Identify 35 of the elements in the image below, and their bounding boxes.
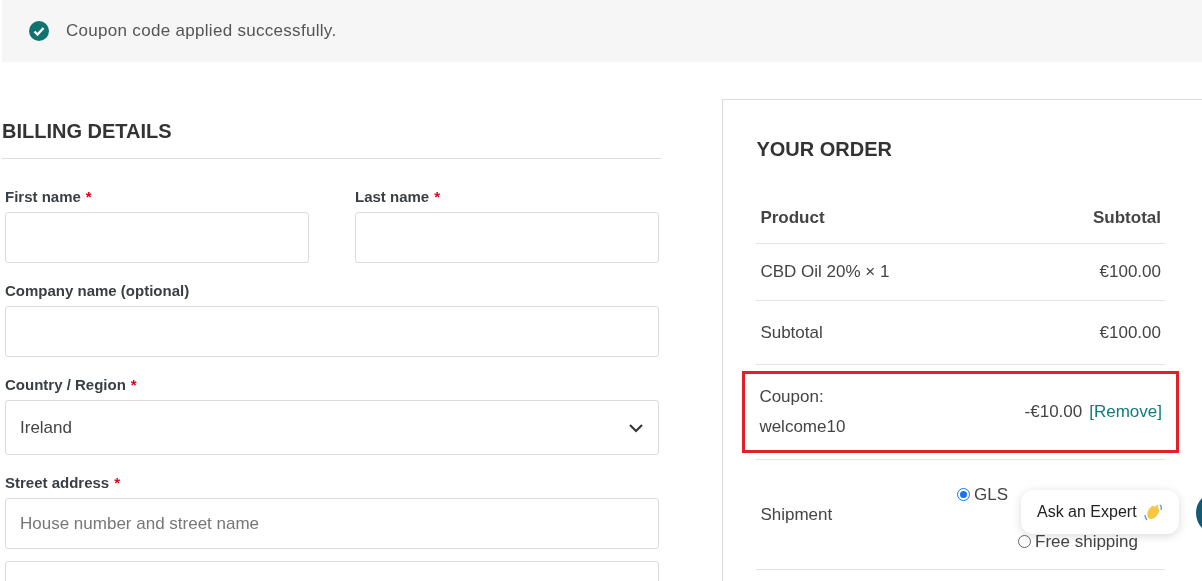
required-marker: * xyxy=(114,472,121,493)
remove-link[interactable]: [Remove] xyxy=(1089,399,1162,425)
notice-message: Coupon code applied successfully. xyxy=(66,20,337,43)
field-label: Country / Region xyxy=(5,374,126,395)
text-field[interactable] xyxy=(5,212,309,263)
ask-expert-tooltip[interactable]: Ask an Expert xyxy=(1021,490,1179,534)
required-marker: * xyxy=(130,374,137,395)
field-label: Street address xyxy=(5,472,110,493)
waving-hand-icon xyxy=(1142,502,1163,522)
column-header: Product xyxy=(760,206,825,229)
country-select[interactable]: Ireland xyxy=(5,400,659,455)
row-label: CBD Oil 20% × 1 xyxy=(760,261,890,284)
row-label: Subtotal xyxy=(760,321,823,344)
section-heading: YOUR ORDER xyxy=(756,137,893,162)
text-field[interactable] xyxy=(355,212,659,263)
field-label: Last name xyxy=(355,186,430,207)
required-marker: * xyxy=(434,186,441,207)
coupon-label: Coupon: xyxy=(759,386,825,407)
text-field[interactable]: House number and street name xyxy=(5,498,659,549)
section-heading: BILLING DETAILS xyxy=(2,118,172,144)
discount-amount: -€10.00 xyxy=(1024,401,1083,424)
column-header: Subtotal xyxy=(1093,206,1161,229)
coupon-code: welcome10 xyxy=(759,417,846,438)
chevron-down-icon xyxy=(628,422,644,433)
required-marker: * xyxy=(85,186,92,207)
row-value: €100.00 xyxy=(1099,261,1161,284)
text-field[interactable] xyxy=(5,306,659,357)
row-label: Shipment xyxy=(760,503,833,526)
field-label: First name xyxy=(5,186,81,207)
row-value: €100.00 xyxy=(1099,321,1161,344)
field-label: Company name (optional) xyxy=(5,280,190,301)
shipping-option: GLS xyxy=(974,485,1009,503)
shipping-option: Free shipping xyxy=(1035,532,1138,550)
check-circle-icon xyxy=(29,21,49,41)
chat-prompt: Ask an Expert xyxy=(1037,502,1137,522)
